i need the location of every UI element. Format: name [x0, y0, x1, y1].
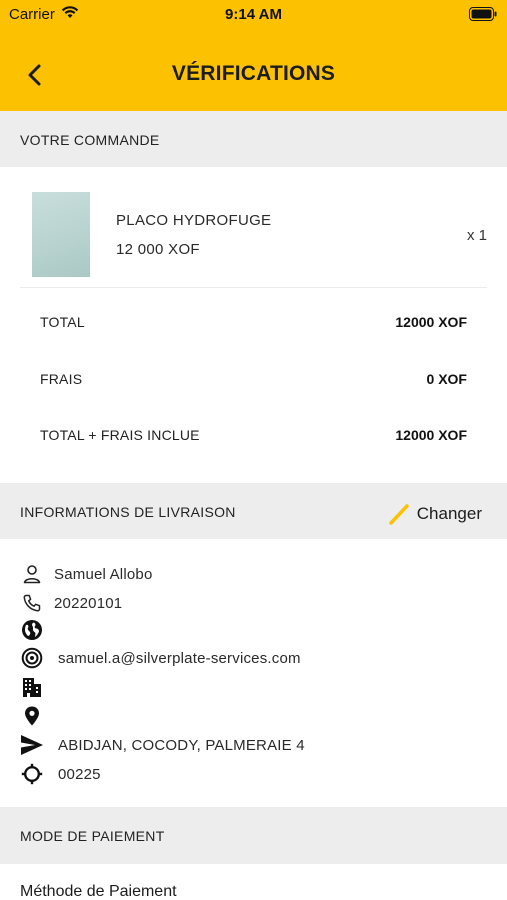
delivery-phone: 20220101 — [54, 594, 123, 612]
product-quantity: x 1 — [466, 227, 487, 244]
globe-icon — [20, 618, 44, 642]
payment-section-label: MODE DE PAIEMENT — [20, 828, 165, 844]
pencil-icon — [389, 504, 409, 525]
product-price: 12 000 XOF — [116, 241, 200, 258]
page-title: VÉRIFICATIONS — [171, 62, 336, 85]
building-icon — [20, 675, 44, 699]
divider — [20, 287, 487, 288]
at-icon — [20, 646, 44, 670]
status-bar: Carrier 9:14 AM — [0, 0, 507, 28]
delivery-email-row: samuel.a@silverplate-services.com — [20, 645, 301, 671]
fees-value: 0 XOF — [426, 371, 467, 387]
change-delivery-button[interactable]: Changer — [387, 500, 482, 528]
delivery-postal-row: 00225 — [20, 761, 101, 787]
delivery-name-row: Samuel Allobo — [20, 561, 153, 587]
order-section-header: VOTRE COMMANDE — [0, 111, 507, 167]
grand-total-label: TOTAL + FRAIS INCLUE — [40, 427, 200, 443]
crosshair-icon — [20, 762, 44, 786]
grand-total-value: 12000 XOF — [395, 427, 467, 443]
delivery-location-row — [20, 703, 58, 729]
clock-label: 9:14 AM — [225, 6, 282, 23]
delivery-phone-row: 20220101 — [20, 590, 122, 616]
total-label: TOTAL — [40, 314, 85, 330]
location-pin-icon — [20, 704, 44, 728]
send-icon — [20, 733, 44, 757]
payment-section-header: MODE DE PAIEMENT — [0, 807, 507, 864]
order-section-label: VOTRE COMMANDE — [20, 132, 160, 148]
header-bar: Carrier 9:14 AM VÉRIFICATIONS — [0, 0, 507, 111]
fees-label: FRAIS — [40, 371, 83, 387]
delivery-email: samuel.a@silverplate-services.com — [58, 649, 301, 667]
delivery-company-row — [20, 674, 58, 700]
delivery-address: ABIDJAN, COCODY, PALMERAIE 4 — [58, 736, 305, 754]
change-delivery-label: Changer — [416, 504, 482, 523]
phone-icon — [20, 591, 44, 615]
person-icon — [20, 562, 44, 586]
delivery-name: Samuel Allobo — [54, 565, 153, 583]
product-name: PLACO HYDROFUGE — [116, 212, 272, 229]
delivery-postal-code: 00225 — [58, 765, 101, 783]
delivery-section-label: INFORMATIONS DE LIVRAISON — [20, 504, 236, 520]
delivery-address-row: ABIDJAN, COCODY, PALMERAIE 4 — [20, 732, 305, 758]
payment-method-selector[interactable]: Méthode de Paiement — [20, 883, 177, 900]
total-value: 12000 XOF — [395, 314, 467, 330]
delivery-country-row — [20, 617, 58, 643]
product-image — [32, 192, 90, 277]
battery-icon — [469, 7, 497, 26]
